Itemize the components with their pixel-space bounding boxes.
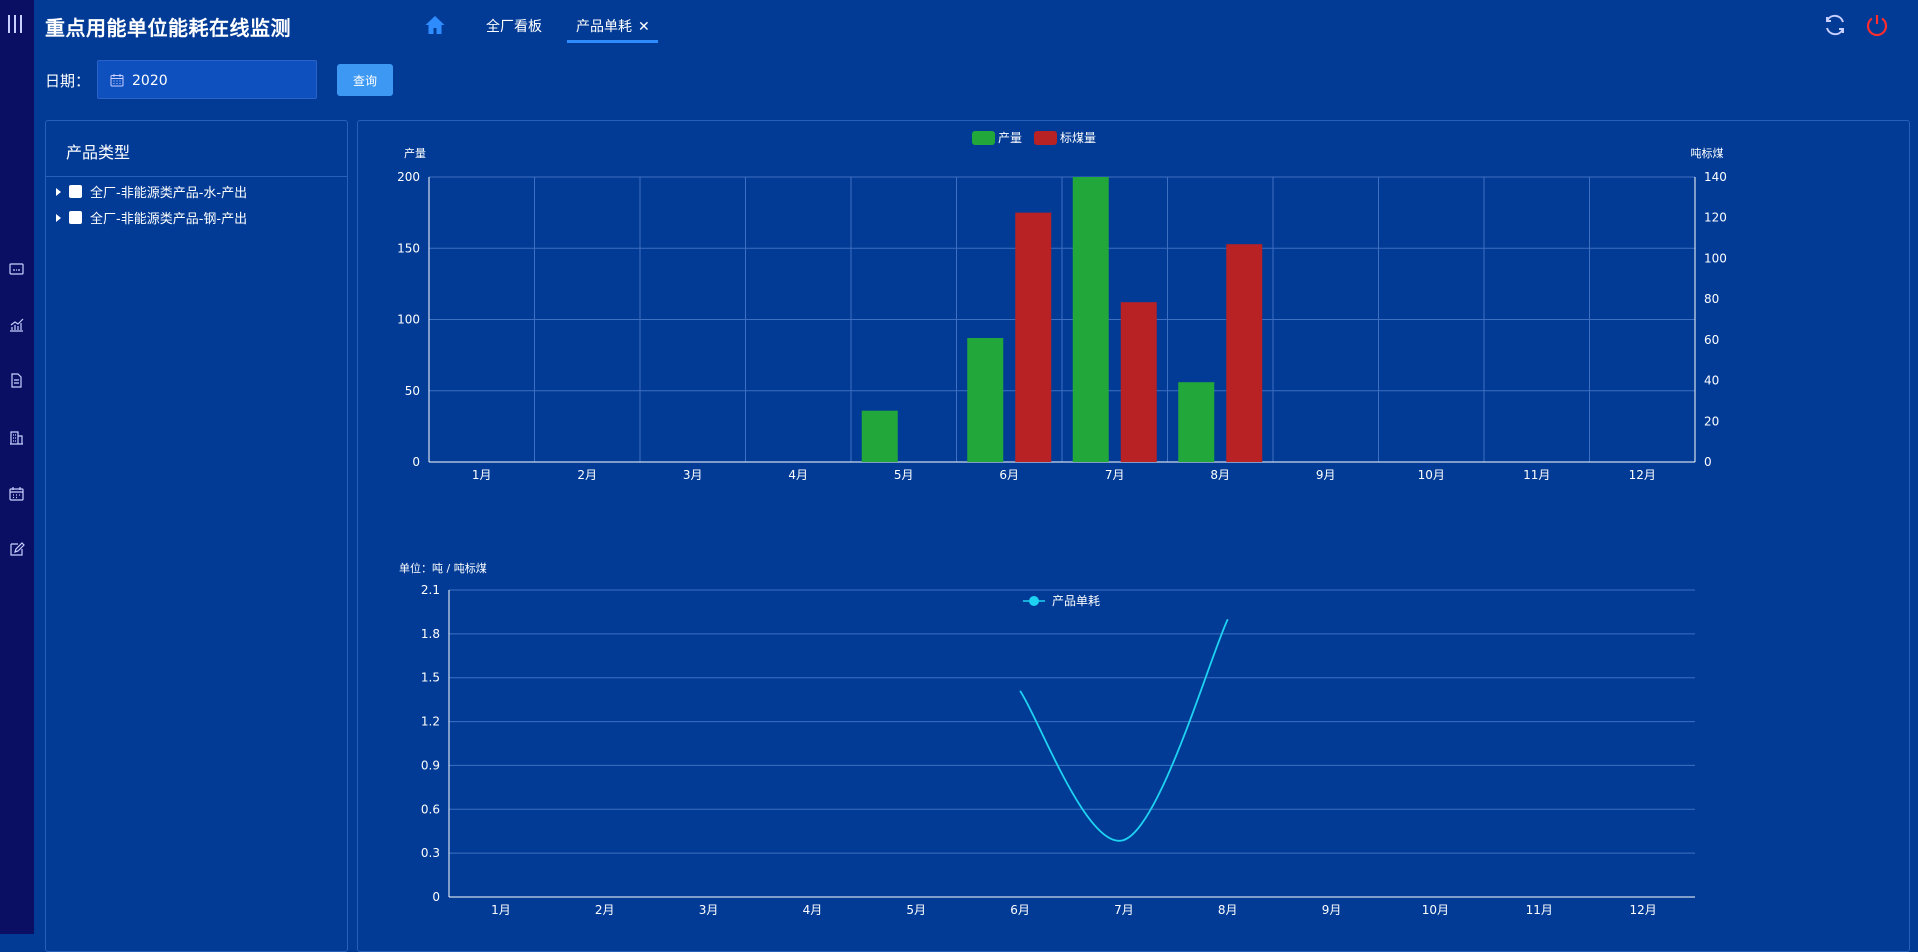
active-tab-indicator — [567, 40, 658, 43]
y-left-axis-label: 产量 — [404, 146, 426, 160]
x-tick-label: 12月 — [1629, 468, 1656, 482]
x-tick-label: 2月 — [577, 468, 597, 482]
y-right-axis-label: 吨标煤 — [1691, 146, 1724, 160]
x-tick-label: 4月 — [803, 903, 823, 917]
chart-panel: 0 50 100 150 200 0 20 40 60 80 100 120 140 1月 2月 3月 4月 5月… — [357, 120, 1910, 952]
y-right-tick-label: 0 — [1704, 455, 1712, 469]
bar-coal — [1226, 244, 1263, 462]
tab-product-consumption[interactable]: 产品单耗 ✕ — [576, 16, 650, 36]
x-tick-label: 11月 — [1523, 468, 1550, 482]
y-right-tick-label: 100 — [1704, 251, 1727, 265]
x-tick-label: 6月 — [999, 468, 1019, 482]
y-tick-label: 2.1 — [421, 583, 440, 597]
y-left-tick-label: 200 — [397, 170, 420, 184]
y-tick-label: 0.3 — [421, 846, 440, 860]
y-right-tick-label: 140 — [1704, 170, 1727, 184]
date-picker[interactable] — [97, 60, 317, 99]
bar-chart: 0 50 100 150 200 0 20 40 60 80 100 120 140 1月 2月 3月 4月 5月… — [397, 131, 1727, 482]
y-left-tick-label: 150 — [397, 241, 420, 255]
app-title: 重点用能单位能耗在线监测 — [45, 16, 291, 40]
x-tick-label: 8月 — [1210, 468, 1230, 482]
edit-icon[interactable] — [8, 541, 25, 558]
y-right-tick-label: 60 — [1704, 333, 1719, 347]
panel-title: 产品类型 — [66, 143, 131, 162]
legend-swatch — [972, 131, 995, 145]
bar-coal — [1120, 302, 1157, 462]
x-tick-label: 10月 — [1418, 468, 1445, 482]
expand-arrow-icon[interactable] — [56, 213, 61, 222]
y-right-tick-label: 120 — [1704, 211, 1727, 225]
legend-swatch — [1034, 131, 1057, 145]
x-tick-label: 5月 — [894, 468, 914, 482]
y-tick-label: 1.2 — [421, 715, 440, 729]
x-tick-label: 8月 — [1218, 903, 1238, 917]
divider — [46, 176, 347, 177]
tree-item[interactable]: 全厂-非能源类产品-钢-产出 — [56, 207, 247, 227]
refresh-icon[interactable] — [1822, 12, 1848, 38]
x-tick-label: 3月 — [699, 903, 719, 917]
tree-item-label: 全厂-非能源类产品-钢-产出 — [90, 212, 248, 227]
x-tick-label: 10月 — [1422, 903, 1449, 917]
sidebar-menu-icon[interactable] — [8, 15, 24, 33]
expand-arrow-icon[interactable] — [56, 187, 61, 196]
tab-factory-dashboard[interactable]: 全厂看板 — [486, 16, 542, 36]
checkbox[interactable] — [69, 211, 82, 224]
document-icon[interactable] — [8, 372, 25, 389]
y-left-tick-label: 100 — [397, 313, 420, 327]
x-tick-label: 6月 — [1010, 903, 1030, 917]
building-icon[interactable] — [8, 429, 25, 446]
bar-chart-icon[interactable] — [8, 316, 25, 333]
legend-label: 产品单耗 — [1052, 594, 1100, 608]
bar-production — [967, 338, 1004, 462]
y-tick-label: 0 — [432, 890, 440, 904]
close-icon[interactable]: ✕ — [638, 19, 650, 35]
x-tick-label: 9月 — [1322, 903, 1342, 917]
x-tick-label: 11月 — [1526, 903, 1553, 917]
monitor-icon[interactable] — [8, 261, 25, 278]
line-product-consumption — [1019, 618, 1229, 842]
bar-production — [861, 410, 898, 462]
x-tick-label: 1月 — [491, 903, 511, 917]
home-icon[interactable] — [424, 14, 446, 36]
checkbox[interactable] — [69, 185, 82, 198]
y-tick-label: 1.8 — [421, 627, 440, 641]
x-tick-label: 5月 — [906, 903, 926, 917]
product-type-panel: 产品类型 全厂-非能源类产品-水-产出 全厂-非能源类产品-钢-产出 — [45, 120, 348, 952]
x-tick-label: 1月 — [472, 468, 492, 482]
date-input[interactable] — [130, 70, 304, 92]
query-button[interactable]: 查询 — [337, 64, 393, 96]
calendar-icon[interactable] — [8, 485, 25, 502]
y-tick-label: 0.9 — [421, 758, 440, 772]
line-chart: 0 0.3 0.6 0.9 1.2 1.5 1.8 2.1 1月 2月 3月 4月 5月 6月 7月 8月 9月… — [399, 561, 1695, 917]
legend-label: 标煤量 — [1060, 131, 1096, 145]
legend-marker — [1029, 596, 1039, 606]
sidebar — [0, 0, 34, 934]
legend-label: 产量 — [998, 131, 1022, 145]
x-tick-label: 2月 — [595, 903, 615, 917]
bar-production — [1072, 177, 1109, 462]
y-right-tick-label: 40 — [1704, 374, 1719, 388]
x-tick-label: 4月 — [788, 468, 808, 482]
date-label: 日期： — [45, 72, 91, 90]
x-tick-label: 7月 — [1114, 903, 1134, 917]
x-tick-label: 3月 — [683, 468, 703, 482]
x-tick-label: 9月 — [1316, 468, 1336, 482]
bar-coal — [1015, 212, 1052, 462]
tree-item[interactable]: 全厂-非能源类产品-水-产出 — [56, 181, 247, 201]
calendar-icon — [110, 74, 124, 87]
y-right-tick-label: 20 — [1704, 414, 1719, 428]
unit-label: 单位：吨 / 吨标煤 — [399, 561, 487, 575]
tab-label: 全厂看板 — [486, 19, 542, 35]
x-tick-label: 7月 — [1105, 468, 1125, 482]
y-tick-label: 1.5 — [421, 671, 440, 685]
tree-item-label: 全厂-非能源类产品-水-产出 — [90, 186, 248, 201]
tab-label: 产品单耗 — [576, 19, 632, 35]
x-tick-label: 12月 — [1629, 903, 1656, 917]
y-tick-label: 0.6 — [421, 802, 440, 816]
power-icon[interactable] — [1864, 12, 1890, 38]
y-left-tick-label: 50 — [405, 384, 420, 398]
bar-production — [1178, 382, 1215, 462]
y-left-tick-label: 0 — [412, 455, 420, 469]
y-right-tick-label: 80 — [1704, 292, 1719, 306]
